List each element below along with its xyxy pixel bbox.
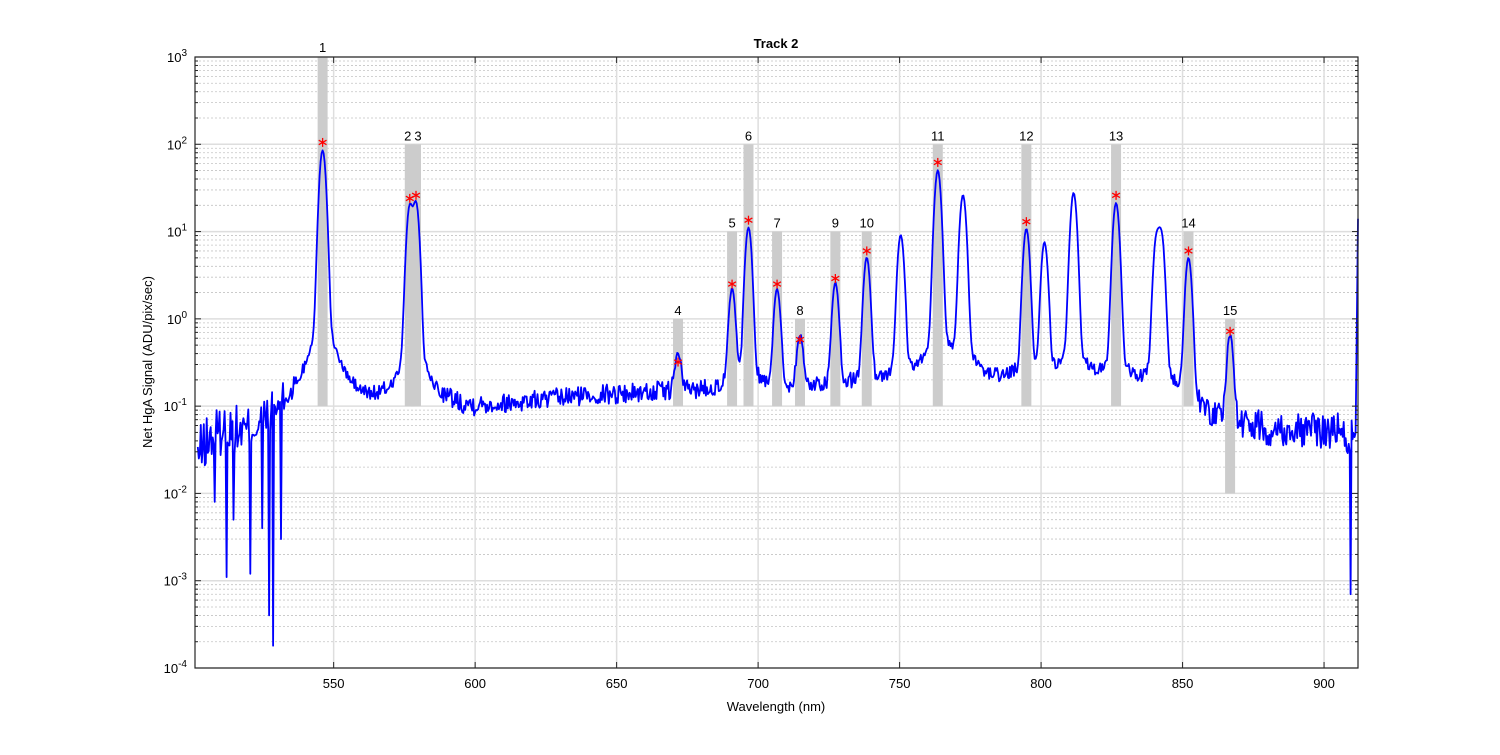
y-tick-label: 101: [167, 223, 187, 240]
peak-label-6: 6: [745, 128, 752, 143]
x-tick-label: 600: [464, 676, 486, 691]
line-window-11: [932, 144, 943, 407]
peak-label-13: 13: [1109, 128, 1123, 143]
chart-title: Track 2: [754, 36, 799, 51]
x-tick-label: 850: [1172, 676, 1194, 691]
x-tick-label: 550: [323, 676, 345, 691]
y-tick-label: 100: [167, 310, 187, 327]
line-window-13: [1111, 144, 1122, 407]
figure: 1 2 3 4 5 6 7 8 9 10 11 12 13 14 15 550 600 650 700 750 800…: [0, 0, 1500, 750]
x-tick-label: 650: [606, 676, 628, 691]
peak-label-14: 14: [1181, 216, 1195, 231]
peak-label-9: 9: [832, 216, 839, 231]
x-tick-label: 700: [747, 676, 769, 691]
peak-label-2: 2: [404, 128, 411, 143]
y-tick-label: 10-4: [164, 659, 188, 676]
y-tick-label: 10-1: [164, 397, 188, 414]
x-tick-label: 900: [1313, 676, 1335, 691]
peak-label-3: 3: [414, 128, 421, 143]
x-tick-label: 750: [889, 676, 911, 691]
y-tick-label: 10-2: [164, 484, 188, 501]
y-tick-label: 102: [167, 135, 187, 152]
line-window-1: [317, 57, 328, 407]
y-tick-label: 103: [167, 48, 187, 65]
peak-label-5: 5: [728, 216, 735, 231]
peak-label-4: 4: [674, 303, 681, 318]
line-window-3: [410, 144, 421, 407]
line-window-15: [1225, 318, 1236, 494]
peak-label-11: 11: [931, 128, 945, 143]
y-tick-label: 10-3: [164, 572, 188, 589]
peak-label-10: 10: [860, 216, 874, 231]
peak-label-15: 15: [1223, 303, 1237, 318]
spectrum-chart: 12 3456789 1011 12 131415 550 600 650 700 750 800…: [140, 36, 1359, 714]
peak-label-1: 1: [319, 40, 326, 55]
peak-label-12: 12: [1019, 128, 1033, 143]
peak-label-7: 7: [773, 216, 780, 231]
y-axis-label: Net HgA Signal (ADU/pix/sec): [140, 276, 155, 448]
peak-label-8: 8: [796, 303, 803, 318]
x-axis-label: Wavelength (nm): [727, 699, 826, 714]
x-tick-label: 800: [1030, 676, 1052, 691]
